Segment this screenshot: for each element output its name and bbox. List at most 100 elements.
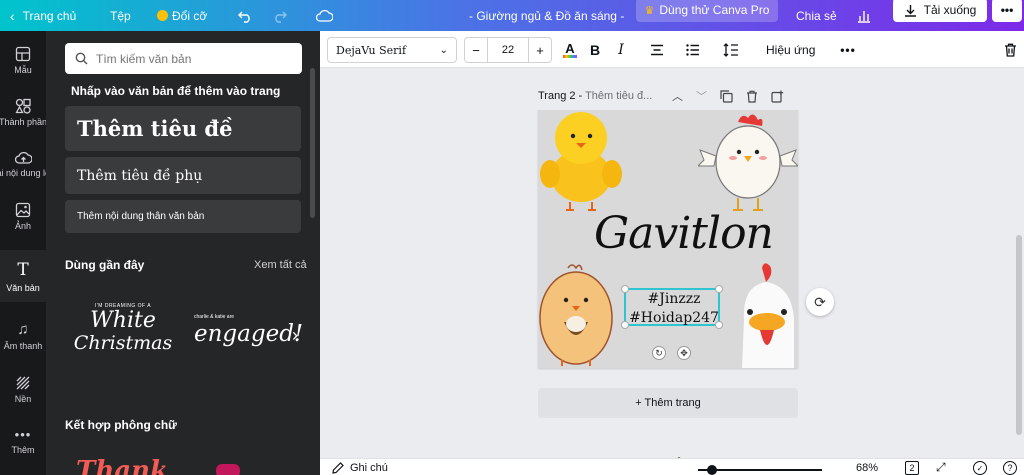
bold-button[interactable]: B [586, 37, 604, 63]
decrease-size-button[interactable]: − [465, 38, 487, 62]
home-link[interactable]: ‹ Trang chủ [10, 0, 76, 31]
page-count-button[interactable]: 2 [905, 461, 919, 475]
white-chicken-illustration[interactable] [698, 110, 798, 214]
undo-icon [238, 11, 250, 23]
rail-item-uploads[interactable]: Tải nội dung lên [0, 138, 46, 190]
more-tools-button[interactable]: ••• [838, 37, 858, 63]
panel-scrollbar[interactable] [310, 68, 315, 218]
scroll-right-arrow[interactable]: › [292, 325, 298, 346]
search-box[interactable] [65, 43, 302, 74]
refresh-design-button[interactable]: ⟳ [806, 288, 834, 316]
see-all-link[interactable]: Xem tất cả [254, 259, 307, 271]
selected-text[interactable]: #Jinzzz #Hoidap247 [626, 290, 722, 328]
list-button[interactable] [684, 37, 702, 63]
align-button[interactable] [648, 37, 666, 63]
home-label: Trang chủ [22, 8, 77, 23]
search-input[interactable] [96, 51, 276, 66]
resize-handle[interactable] [621, 321, 629, 329]
add-page-icon[interactable] [771, 90, 784, 103]
increase-size-button[interactable]: + [529, 38, 551, 62]
download-button[interactable]: Tải xuống [893, 0, 987, 22]
page-label[interactable]: Trang 2 - Thêm tiêu đ... [538, 90, 652, 102]
help-button[interactable]: ? [1003, 461, 1017, 475]
more-options-button[interactable]: ••• [992, 0, 1022, 22]
hashtag-line: #Jinzzz [647, 291, 701, 307]
italic-button[interactable]: I [612, 37, 630, 63]
more-icon: ••• [14, 427, 32, 442]
font-combo-preview-2[interactable] [216, 464, 240, 475]
delete-button[interactable] [1002, 37, 1018, 63]
design-page[interactable]: Gavitlon #Jinzzz #Hoidap247 ↻ ✥ [538, 110, 798, 368]
resize-button[interactable]: Đổi cỡ [157, 0, 207, 31]
insights-button[interactable] [857, 0, 871, 31]
document-title[interactable]: - Giường ngủ & Đồ ăn sáng - [469, 0, 624, 31]
move-icon: ✥ [680, 347, 688, 358]
help-icon: ? [1007, 463, 1013, 473]
add-heading-button[interactable]: Thêm tiêu đề [65, 106, 301, 151]
rail-item-audio[interactable]: ♫ Âm thanh [0, 310, 46, 362]
add-body-text-button[interactable]: Thêm nội dung thân văn bản [65, 200, 301, 233]
crown-icon: ♛ [644, 4, 655, 17]
panel-hint: Nhấp vào văn bản để thêm vào trang [71, 84, 281, 98]
rail-item-background[interactable]: Nền [0, 363, 46, 415]
cloud-save-icon [316, 0, 333, 31]
add-subheading-button[interactable]: Thêm tiêu đề phụ [65, 157, 301, 194]
egg-chick-illustration[interactable] [538, 262, 618, 368]
side-rail: Mẫu Thành phần Tải nội dung lên Ảnh T Vă… [0, 31, 46, 475]
rooster-illustration[interactable] [734, 260, 798, 368]
download-icon [904, 4, 916, 17]
trash-icon[interactable] [746, 90, 758, 103]
move-handle[interactable]: ✥ [677, 346, 691, 360]
fullscreen-button[interactable]: ⤢ [936, 460, 946, 475]
redo-button[interactable] [273, 0, 287, 31]
text-color-icon: A [563, 42, 577, 58]
chevron-down-icon[interactable]: ﹀ [696, 88, 707, 104]
chevron-up-icon[interactable]: ︿ [672, 88, 683, 104]
zoom-level[interactable]: 68% [856, 462, 878, 474]
font-combo-preview[interactable]: Thank [76, 456, 168, 475]
notes-button[interactable]: Ghi chú [332, 462, 388, 474]
font-name: DejaVu Serif [336, 43, 407, 57]
canvas-scrollbar[interactable] [1016, 235, 1022, 435]
resize-handle[interactable] [715, 285, 723, 293]
rail-item-photos[interactable]: Ảnh [0, 190, 46, 242]
resize-label: Đổi cỡ [172, 8, 208, 23]
effects-button[interactable]: Hiệu ứng [766, 37, 815, 63]
rail-item-templates[interactable]: Mẫu [0, 34, 46, 86]
recent-font-engaged[interactable]: charlie & katie are engaged! [194, 314, 304, 364]
notes-label: Ghi chú [350, 462, 388, 474]
duplicate-page-icon[interactable] [720, 89, 733, 103]
recent-script-line: engaged! [194, 321, 304, 347]
resize-handle[interactable] [715, 321, 723, 329]
chevron-down-icon: ⌄ [439, 44, 448, 56]
rail-item-text[interactable]: T Văn bản [0, 250, 46, 302]
rail-item-more[interactable]: ••• Thêm [0, 415, 46, 467]
expand-notes-button[interactable]: ︿ [674, 448, 684, 458]
undo-button[interactable] [238, 0, 252, 31]
zoom-slider-thumb[interactable] [707, 465, 717, 475]
share-button[interactable]: Chia sẻ [796, 0, 837, 31]
recent-script-line: Christmas [73, 332, 173, 354]
font-size-value[interactable]: 22 [487, 38, 529, 62]
design-title-text[interactable]: Gavitlon [594, 208, 774, 259]
rail-item-elements[interactable]: Thành phần [0, 86, 46, 138]
photo-icon [15, 202, 31, 217]
selected-text-box[interactable]: #Jinzzz #Hoidap247 [621, 285, 723, 329]
check-button[interactable]: ✓ [973, 461, 987, 475]
rail-label: Văn bản [6, 282, 40, 293]
add-page-button[interactable]: + Thêm trang [538, 388, 798, 418]
bottom-bar: Ghi chú 68% 2 ⤢ ✓ ? [320, 458, 1024, 475]
font-family-select[interactable]: DejaVu Serif ⌄ [327, 37, 457, 63]
bar-chart-icon [858, 10, 870, 23]
spacing-button[interactable] [722, 37, 740, 63]
text-color-button[interactable]: A [560, 37, 580, 63]
trash-icon [1004, 43, 1016, 57]
resize-handle[interactable] [621, 285, 629, 293]
recent-font-white-christmas[interactable]: I'M DREAMING OF A White Christmas [68, 303, 178, 373]
recent-script-line: White [90, 308, 156, 333]
file-menu[interactable]: Tệp [110, 0, 131, 31]
yellow-chick-illustration[interactable] [538, 110, 624, 214]
rotate-handle[interactable]: ↻ [652, 346, 666, 360]
try-pro-button[interactable]: ♛ Dùng thử Canva Pro [636, 0, 778, 22]
page-number: Trang 2 - [538, 90, 586, 102]
